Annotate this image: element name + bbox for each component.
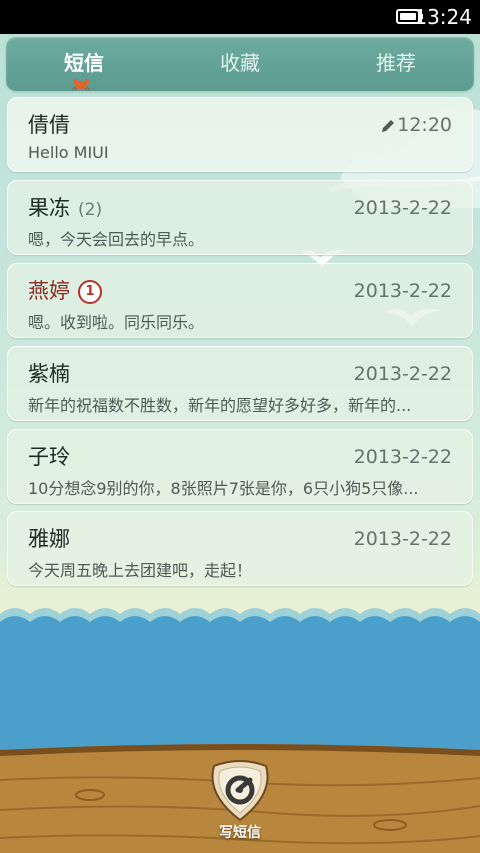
message-preview: 今天周五晚上去团建吧，走起！ (28, 561, 253, 580)
draft-pencil-icon (382, 120, 394, 132)
message-preview: 嗯。收到啦。同乐同乐。 (28, 313, 205, 332)
message-preview: 新年的祝福数不胜数，新年的愿望好多好多，新年的... (28, 396, 412, 415)
contact-name: 雅娜 (28, 527, 70, 551)
conversation-item[interactable]: 果冻 (2) 2013-2-22 嗯，今天会回去的早点。 (7, 180, 473, 255)
message-count: (2) (78, 200, 103, 220)
tab-favorites[interactable]: 收藏 (162, 37, 318, 91)
message-date: 2013-2-22 (353, 528, 452, 550)
conversation-item[interactable]: 紫楠 2013-2-22 新年的祝福数不胜数，新年的愿望好多好多，新年的... (7, 346, 473, 421)
contact-name: 紫楠 (28, 362, 70, 386)
contact-name: 果冻 (2) (28, 196, 103, 220)
message-time: 12:20 (397, 114, 452, 136)
message-preview: Hello MIUI (28, 143, 109, 162)
status-bar: 13:24 (0, 0, 480, 34)
compose-label[interactable]: 写短信 (200, 822, 280, 842)
message-date: 2013-2-22 (353, 363, 452, 385)
message-preview: 10分想念9别的你，8张照片7张是你，6只小狗5只像... (28, 479, 419, 498)
unread-badge: 1 (78, 280, 102, 304)
conversation-item[interactable]: 子玲 2013-2-22 10分想念9别的你，8张照片7张是你，6只小狗5只像.… (7, 429, 473, 504)
conversation-item[interactable]: 雅娜 2013-2-22 今天周五晚上去团建吧，走起！ (7, 511, 473, 586)
status-time: 13:24 (414, 5, 472, 29)
contact-name: 子玲 (28, 445, 70, 469)
sea-decoration (0, 608, 480, 760)
conversation-item[interactable]: 燕婷 1 2013-2-22 嗯。收到啦。同乐同乐。 (7, 263, 473, 338)
tab-recommend[interactable]: 推荐 (318, 37, 474, 91)
message-date: 2013-2-22 (353, 280, 452, 302)
message-date: 2013-2-22 (353, 197, 452, 219)
message-preview: 嗯，今天会回去的早点。 (28, 230, 205, 249)
contact-name: 燕婷 1 (28, 277, 102, 305)
crab-icon (72, 78, 90, 90)
message-date: 2013-2-22 (353, 446, 452, 468)
contact-name: 倩倩 (28, 113, 70, 137)
conversation-item[interactable]: 倩倩 12:20 Hello MIUI (7, 97, 473, 172)
compose-button[interactable] (204, 758, 276, 822)
